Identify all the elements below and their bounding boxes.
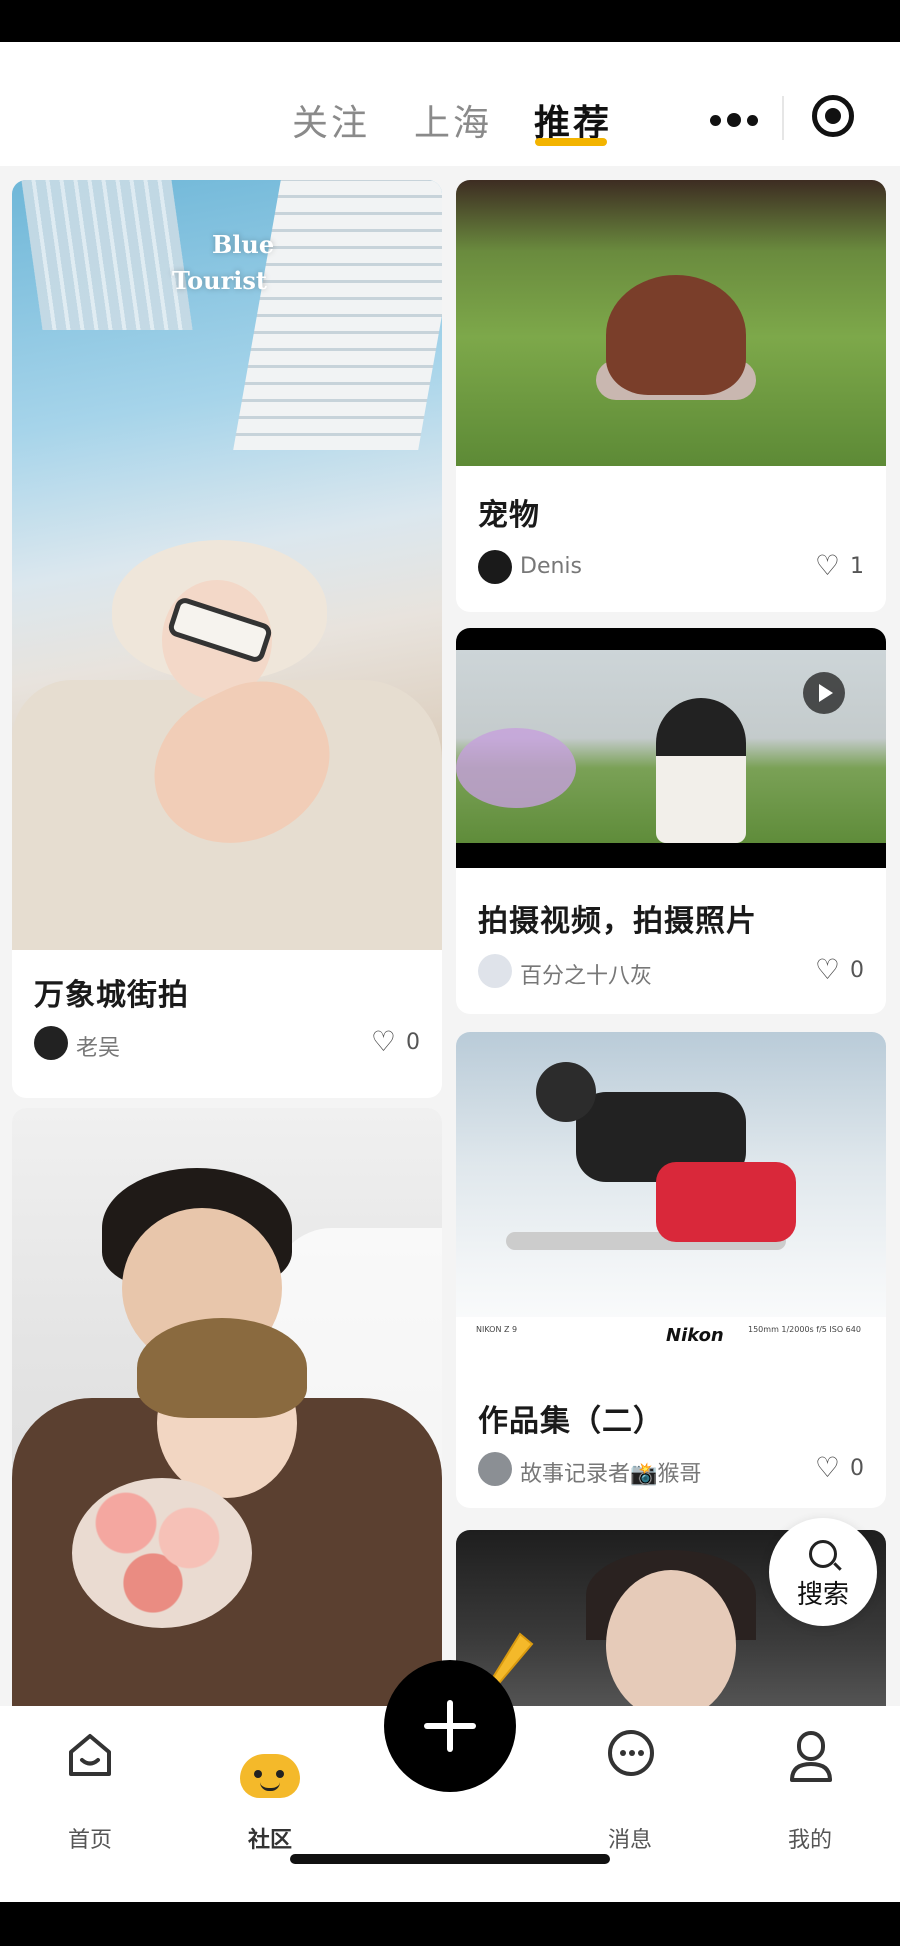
heart-icon: ♡ [814,1451,840,1484]
card-title: 万象城街拍 [34,978,189,1013]
card-title: 宠物 [478,498,540,533]
heart-icon: ♡ [370,1025,396,1058]
author-avatar[interactable] [34,1026,68,1060]
card-title: 拍摄视频，拍摄照片 [478,904,757,939]
author-name[interactable]: 百分之十八灰 [520,958,652,990]
like-button[interactable]: ♡ 0 [815,956,864,984]
nav-messages-label: 消息 [607,1828,652,1853]
nav-home-label: 首页 [67,1828,112,1853]
photo-overlay-text: Blue [212,230,275,259]
bottom-tab-bar: 首页 社区 消息 我的 [0,1632,900,1902]
active-tab-indicator [535,138,607,146]
like-count: 0 [850,1455,864,1481]
author-avatar[interactable] [478,550,512,584]
like-button[interactable]: ♡ 1 [815,552,864,580]
search-icon [809,1540,837,1568]
nav-community-label: 社区 [247,1828,292,1853]
like-button[interactable]: ♡ 0 [371,1028,420,1056]
profile-icon [790,1731,832,1782]
message-icon [608,1730,654,1776]
like-count: 0 [850,957,864,983]
author-avatar[interactable] [478,954,512,988]
exif-settings: 150mm 1/2000s f/5 ISO 640 [748,1325,861,1334]
heart-icon: ♡ [814,549,840,582]
community-icon [240,1754,300,1798]
feed-card-video[interactable]: 拍摄视频，拍摄照片 百分之十八灰 ♡ 0 [456,628,886,1014]
nikon-logo: Nikon [666,1325,724,1346]
home-indicator [290,1854,610,1864]
photo-exif-bar: NIKON Z 9 Nikon 150mm 1/2000s f/5 ISO 64… [456,1317,886,1357]
feed-card-wedding[interactable] [12,1108,442,1708]
card-photo [456,180,886,466]
photo-overlay-text: Tourist [172,266,267,295]
like-count: 1 [850,553,864,579]
card-photo: Blue Tourist [12,180,442,950]
feed-card-street[interactable]: Blue Tourist 万象城街拍 老吴 ♡ 0 [12,180,442,1098]
card-title: 作品集（二） [478,1404,664,1439]
heart-icon: ♡ [814,953,840,986]
feed-card-portfolio[interactable]: NIKON Z 9 Nikon 150mm 1/2000s f/5 ISO 64… [456,1032,886,1508]
like-button[interactable]: ♡ 0 [815,1454,864,1482]
publish-button[interactable] [384,1660,516,1792]
card-video-thumbnail [456,628,886,868]
search-label: 搜索 [796,1580,849,1610]
like-count: 0 [406,1029,420,1055]
search-button[interactable]: 搜索 [769,1518,877,1626]
top-header: 关注 上海 推荐 [0,42,900,166]
play-icon[interactable] [803,672,845,714]
app-screen: 关注 上海 推荐 Blue Tourist 万象城街拍 老吴 ♡ 0 宠物 De… [0,42,900,1902]
author-name[interactable]: 故事记录者📸猴哥 [520,1456,701,1488]
home-icon [69,1734,111,1776]
exif-camera: NIKON Z 9 [476,1325,518,1334]
card-photo [12,1108,442,1708]
tab-follow[interactable]: 关注 [292,94,370,146]
tab-shanghai[interactable]: 上海 [414,94,492,146]
capsule-divider [782,96,784,140]
author-name[interactable]: Denis [520,554,582,579]
author-avatar[interactable] [478,1452,512,1486]
more-options-icon[interactable] [710,112,758,128]
feed-card-pet[interactable]: 宠物 Denis ♡ 1 [456,180,886,612]
author-name[interactable]: 老吴 [76,1030,120,1062]
nav-profile-label: 我的 [787,1828,832,1853]
close-miniprogram-icon[interactable] [812,95,854,137]
card-photo: NIKON Z 9 Nikon 150mm 1/2000s f/5 ISO 64… [456,1032,886,1360]
